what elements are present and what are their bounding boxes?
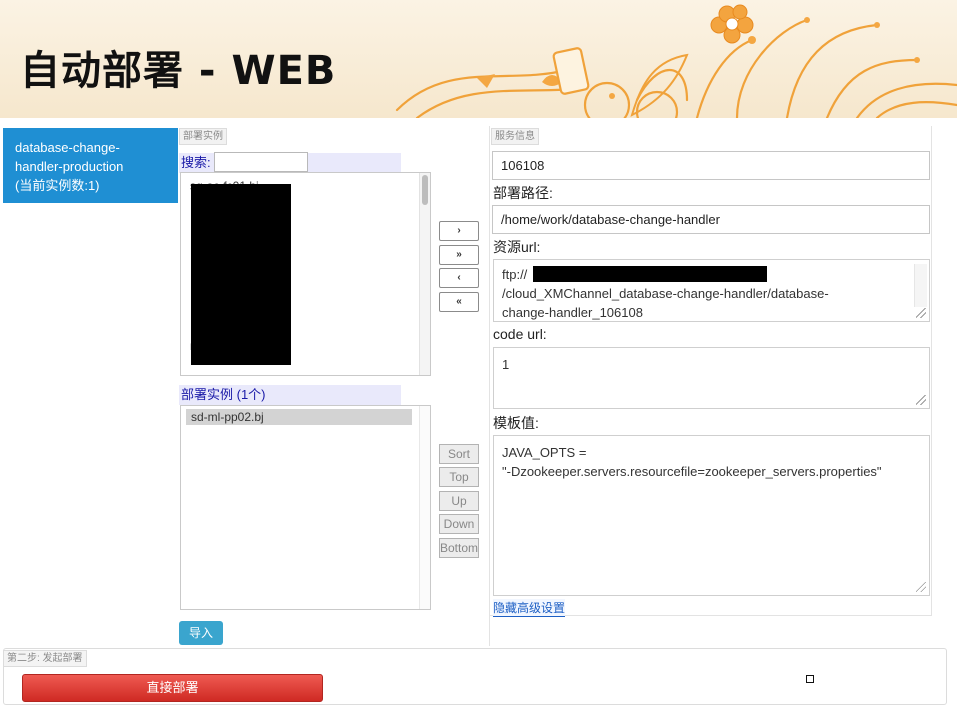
deployed-instances-label: 部署实例 (1个) [179, 385, 401, 405]
checkbox-icon[interactable] [806, 675, 814, 683]
sort-button[interactable]: Sort [439, 444, 479, 464]
template-line1: JAVA_OPTS = [502, 445, 587, 460]
template-values-textarea[interactable]: JAVA_OPTS = "-Dzookeeper.servers.resourc… [493, 435, 930, 596]
code-url-label: code url: [493, 326, 547, 342]
top-button[interactable]: Top [439, 467, 479, 487]
resource-url-line2: /cloud_XMChannel_database-change-handler… [502, 286, 829, 301]
move-selected-right-button[interactable]: › [439, 221, 479, 241]
deploy-path-label: 部署路径: [493, 185, 553, 201]
deployed-instance-list[interactable]: sd-ml-pp02.bj [180, 405, 431, 610]
textarea-scrollbar[interactable] [914, 264, 927, 307]
move-selected-left-button[interactable]: ‹ [439, 268, 479, 288]
resize-handle-icon[interactable] [916, 582, 926, 592]
nav-item-service[interactable]: database-change- handler-production (当前实… [3, 128, 178, 203]
resize-handle-icon[interactable] [916, 395, 926, 405]
bottom-button[interactable]: Bottom [439, 538, 479, 558]
hide-advanced-settings-link[interactable]: 隐藏高级设置 [493, 599, 566, 617]
deploy-step-legend: 第二步: 发起部署 [3, 650, 87, 667]
list-item[interactable]: sd-ml-pp02.bj [186, 409, 412, 425]
version-input[interactable]: 106108 [492, 151, 930, 180]
decorative-floral-graphic [395, 4, 957, 118]
nav-item-name-line1: database-change- [15, 140, 120, 155]
service-info-legend: 服务信息 [491, 128, 539, 145]
search-input[interactable] [214, 152, 308, 172]
resource-url-label: 资源url: [493, 239, 541, 255]
redaction-block [191, 184, 291, 365]
down-button[interactable]: Down [439, 514, 479, 534]
nav-item-instance-count: (当前实例数:1) [15, 178, 100, 193]
deploy-path-input[interactable]: /home/work/database-change-handler [492, 205, 930, 234]
code-url-textarea[interactable]: 1 [493, 347, 930, 409]
list-scrollbar[interactable] [419, 406, 430, 609]
template-line2: "-Dzookeeper.servers.resourcefile=zookee… [502, 464, 882, 479]
nav-item-name-line2: handler-production [15, 159, 124, 174]
code-url-value: 1 [502, 357, 510, 372]
search-label: 搜索: [181, 155, 211, 170]
resource-url-line3: change-handler_106108 [502, 305, 643, 320]
slide-banner: 自动部署 - WEB [0, 0, 957, 118]
up-button[interactable]: Up [439, 491, 479, 511]
move-all-right-button[interactable]: » [439, 245, 479, 265]
template-values-label: 模板值: [493, 415, 539, 431]
list-scrollbar[interactable] [419, 173, 430, 375]
page-title: 自动部署 - WEB [20, 48, 337, 94]
direct-deploy-button[interactable]: 直接部署 [22, 674, 323, 702]
scrollbar-thumb[interactable] [422, 175, 428, 205]
resize-handle-icon[interactable] [916, 308, 926, 318]
move-all-left-button[interactable]: « [439, 292, 479, 312]
import-button[interactable]: 导入 [179, 621, 223, 645]
redaction-block [533, 266, 767, 282]
instance-panel-legend: 部署实例 [179, 128, 227, 145]
